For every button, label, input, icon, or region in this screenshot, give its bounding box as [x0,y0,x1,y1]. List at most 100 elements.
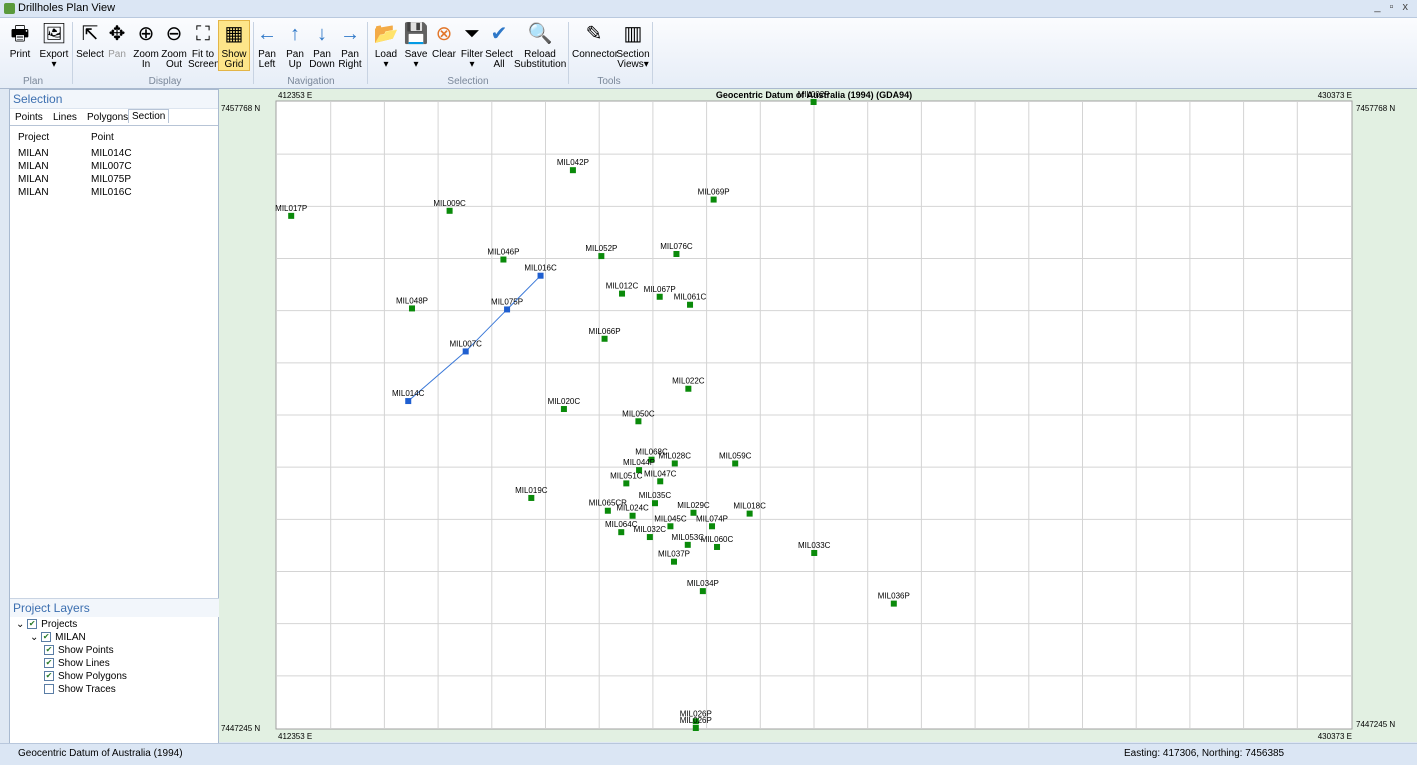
drillhole-marker[interactable] [500,256,507,263]
layer-checkbox[interactable]: ✔ [44,671,54,682]
layer-item[interactable]: ⌄ ✔ MILAN [30,632,86,643]
window-controls[interactable]: _ ▫ x [1374,1,1411,13]
tab-lines[interactable]: Lines [50,111,80,124]
drillhole-marker[interactable] [657,478,664,485]
reload-label: Reload Substitution [514,49,567,70]
map-canvas[interactable]: MIL002PMIL042PMIL069PMIL017PMIL009CMIL07… [219,89,1417,742]
drillhole-marker[interactable] [811,549,818,556]
pan-right-button[interactable]: → Pan Right [336,21,364,70]
pan-up-label: Pan Up [286,49,304,70]
drillhole-label: MIL033C [798,541,831,550]
project-layers-title: Project Layers [10,598,219,617]
drillhole-marker[interactable] [408,305,415,312]
pan-left-button[interactable]: ← Pan Left [254,21,280,70]
layer-label: Show Traces [58,684,116,695]
list-item-point: MIL016C [91,187,132,198]
drillhole-marker[interactable] [528,494,535,501]
drillhole-marker[interactable] [670,558,677,565]
pan-down-label: Pan Down [309,49,335,70]
tab-polygons[interactable]: Polygons [84,111,131,124]
drillhole-label: MIL020C [548,397,581,406]
section-button[interactable]: ▥ Section Views▾ [616,21,650,70]
zoom-out-button[interactable]: ⊖ Zoom Out [160,21,188,70]
clear-button[interactable]: ⊗ Clear [430,21,458,60]
pan-up-button[interactable]: ↑ Pan Up [282,21,308,70]
chevron-down-icon[interactable]: ⌄ [16,619,27,630]
drillhole-marker[interactable] [618,529,625,536]
drillhole-marker[interactable] [623,480,630,487]
drillhole-label: MIL007C [449,339,482,348]
drillhole-label: MIL061C [674,293,707,302]
list-item-point: MIL007C [91,161,132,172]
filter-button[interactable]: ⏷ Filter ▾ [458,21,486,70]
drillhole-marker[interactable] [671,460,678,467]
drillhole-marker[interactable] [635,418,642,425]
layer-checkbox[interactable]: ✔ [27,619,38,630]
title-bar: Drillholes Plan View _ ▫ x [0,0,1417,18]
layer-checkbox[interactable] [44,684,54,695]
fit-button[interactable]: ⛶ Fit to Screen [188,21,220,70]
print-button[interactable]: 🖶 Print [6,21,34,60]
ribbon-toolbar: Plan Display Navigation Selection Tools … [0,18,1417,89]
pan-button[interactable]: ✥ Pan [104,21,130,60]
drillhole-marker[interactable] [598,253,605,260]
drillhole-marker[interactable] [673,250,680,257]
export-button[interactable]: 🖼 Export ▾ [38,21,70,70]
drillhole-marker[interactable] [684,541,691,548]
select-button[interactable]: ⇱ Select [76,21,104,60]
drillhole-marker[interactable] [687,301,694,308]
layer-item[interactable]: ✔ Show Lines [44,658,110,669]
drillhole-marker[interactable] [709,523,716,530]
group-separator [72,22,73,84]
connector-button[interactable]: ✎ Connector [572,21,618,60]
layer-checkbox[interactable]: ✔ [41,632,52,643]
drillhole-marker[interactable] [629,512,636,519]
drillhole-marker[interactable] [504,306,511,313]
chevron-down-icon[interactable]: ⌄ [30,632,41,643]
drillhole-marker[interactable] [619,290,626,297]
drillhole-marker[interactable] [656,293,663,300]
load-button[interactable]: 📂 Load ▾ [372,21,400,70]
tab-points[interactable]: Points [12,111,46,124]
fit-label: Fit to Screen [188,49,220,70]
drillhole-marker[interactable] [890,600,897,607]
drillhole-marker[interactable] [537,272,544,279]
drillhole-marker[interactable] [569,167,576,174]
layer-item[interactable]: Show Traces [44,684,116,695]
layer-item[interactable]: ✔ Show Points [44,645,114,656]
drillhole-marker[interactable] [710,196,717,203]
drillhole-marker[interactable] [699,588,706,595]
drillhole-marker[interactable] [651,500,658,507]
drillhole-marker[interactable] [646,534,653,541]
select-all-icon: ✔ [490,23,508,45]
drillhole-marker[interactable] [446,207,453,214]
pan-down-button[interactable]: ↓ Pan Down [308,21,336,70]
zoom-in-button[interactable]: ⊕ Zoom In [132,21,160,70]
layer-item[interactable]: ⌄ ✔ Projects [16,619,77,630]
drillhole-marker[interactable] [732,460,739,467]
drillhole-marker[interactable] [692,725,699,731]
drillhole-marker[interactable] [685,385,692,392]
drillhole-marker[interactable] [560,406,567,413]
reload-button[interactable]: 🔍 Reload Substitution [514,21,566,70]
drillhole-marker[interactable] [405,398,412,405]
drillhole-marker[interactable] [746,510,753,517]
grid-button[interactable]: ▦ Show Grid [218,20,250,71]
drillhole-marker[interactable] [288,212,295,219]
layer-checkbox[interactable]: ✔ [44,645,54,656]
load-label: Load ▾ [374,49,398,70]
layer-checkbox[interactable]: ✔ [44,658,54,669]
save-button[interactable]: 💾 Save ▾ [402,21,430,70]
drillhole-marker[interactable] [601,335,608,342]
group-label-display: Display [148,76,182,87]
tab-section[interactable]: Section [128,109,170,123]
drillhole-marker[interactable] [462,348,469,355]
drillhole-marker[interactable] [667,523,674,530]
select-all-button[interactable]: ✔ Select All [484,21,514,70]
grid-icon: ▦ [224,23,244,45]
drillhole-label: MIL034P [687,579,719,588]
drillhole-marker[interactable] [714,543,721,550]
drillhole-marker[interactable] [604,507,611,514]
map-view[interactable]: MIL002P MIL042P MIL069P MIL017P MIL009C MIL07… [219,89,1417,742]
layer-item[interactable]: ✔ Show Polygons [44,671,127,682]
